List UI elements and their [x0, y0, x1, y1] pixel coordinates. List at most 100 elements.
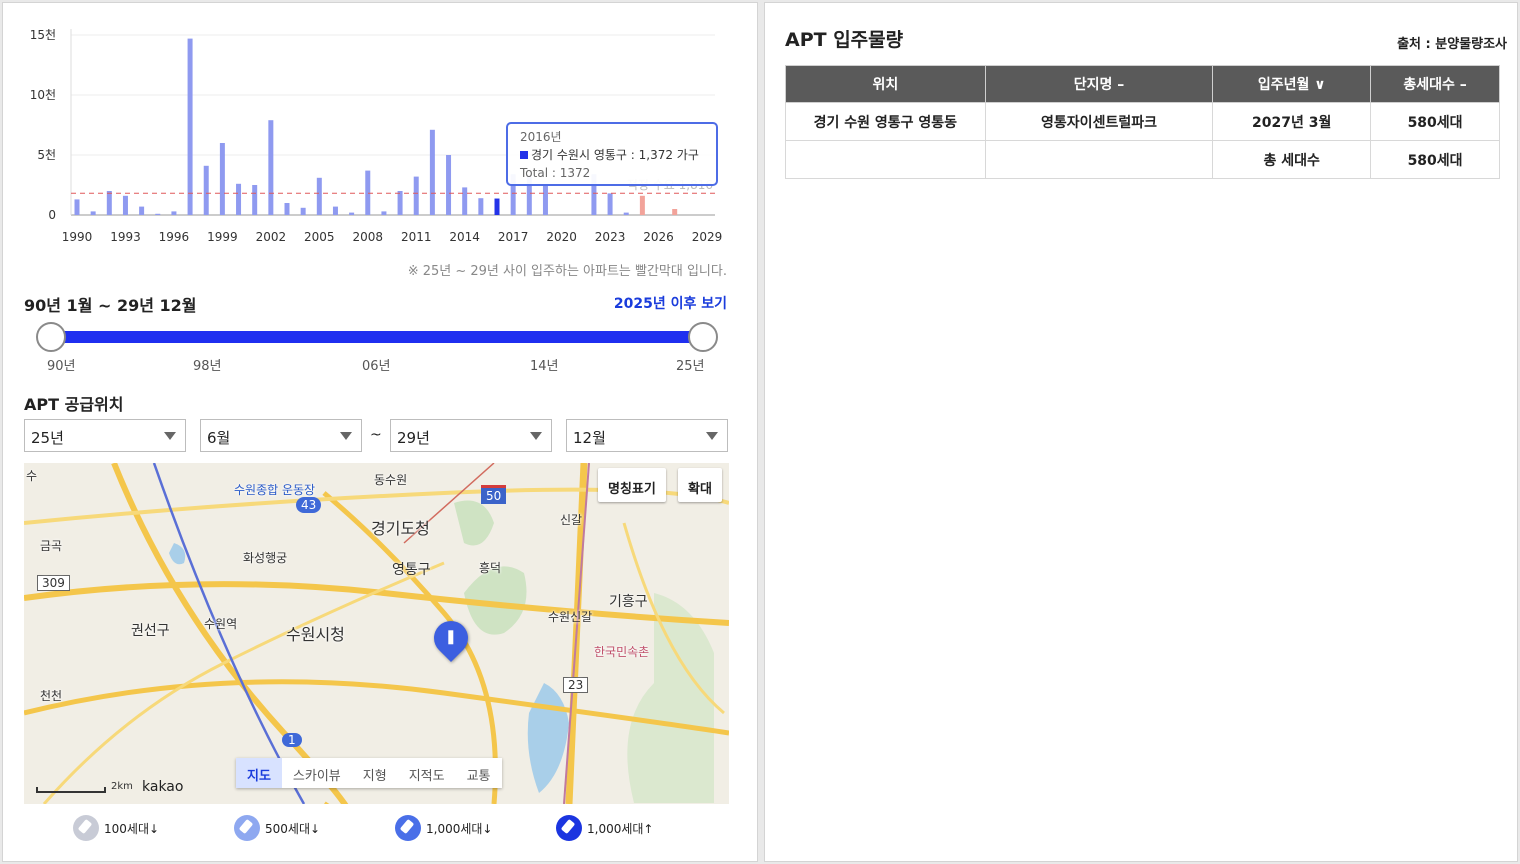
tooltip-series: 경기 수원시 영통구 : 1,372 가구 — [520, 146, 704, 164]
map-type-terrain[interactable]: 지형 — [352, 758, 398, 788]
bar-2012[interactable] — [429, 129, 435, 215]
from-year-select[interactable]: 25년 — [24, 419, 186, 452]
bar-2010[interactable] — [397, 191, 403, 215]
range-label: 14년 — [530, 359, 559, 374]
from-month-select[interactable]: 6월 — [200, 419, 362, 452]
chevron-down-icon — [530, 432, 542, 440]
bar-1992[interactable] — [106, 191, 112, 215]
column-header-move-in[interactable]: 입주년월 ∨ — [1212, 65, 1372, 103]
legend-item: 500세대↓ — [234, 815, 320, 841]
x-tick-label: 2029 — [692, 230, 723, 244]
map-label-suwon-station: 수원역 — [204, 617, 238, 631]
bar-2009[interactable] — [381, 211, 387, 215]
series-swatch — [520, 151, 528, 159]
map-type-map[interactable]: 지도 — [236, 758, 282, 788]
bar-2002[interactable] — [268, 120, 274, 215]
range-separator: ~ — [370, 427, 382, 443]
x-tick-label: 2002 — [256, 230, 287, 244]
bar-2013[interactable] — [446, 155, 452, 215]
range-slider-end-handle[interactable] — [688, 322, 718, 352]
map-label-hwaseong: 화성행궁 — [243, 551, 288, 565]
range-slider-start-handle[interactable] — [36, 322, 66, 352]
bar-1997[interactable] — [187, 38, 193, 215]
hammer-icon — [73, 815, 99, 841]
chart-tooltip: 2016년 경기 수원시 영통구 : 1,372 가구 Total : 1372 — [506, 122, 718, 186]
bar-2025[interactable] — [639, 195, 645, 215]
bar-1991[interactable] — [90, 211, 96, 215]
cell-empty — [984, 140, 1214, 179]
y-axis-ticks: 0 5천 10천 15천 — [30, 27, 56, 222]
bar-1990[interactable] — [74, 199, 80, 215]
map-label-giheung: 기흥구 — [609, 594, 648, 610]
chart-note: ※ 25년 ~ 29년 사이 입주하는 아파트는 빨간막대 입니다. — [407, 264, 727, 279]
bar-2014[interactable] — [462, 187, 468, 215]
bar-1994[interactable] — [139, 206, 145, 215]
bar-1993[interactable] — [122, 195, 128, 215]
y-tick-label: 5천 — [37, 147, 56, 162]
bar-2001[interactable] — [252, 185, 258, 215]
kakao-logo: kakao — [142, 779, 184, 795]
map-label-geumgok: 금곡 — [40, 539, 63, 553]
table-row[interactable]: 경기 수원 영통구 영통동 영통자이센트럴파크 2027년 3월 580세대 — [785, 102, 1500, 141]
after-2025-link[interactable]: 2025년 이후 보기 — [614, 293, 727, 313]
map-type-skyview[interactable]: 스카이뷰 — [282, 758, 352, 788]
route-shield-309: 309 — [37, 575, 70, 591]
map-type-switcher: 지도 스카이뷰 지형 지적도 교통 — [236, 758, 502, 788]
y-tick-label: 10천 — [30, 87, 56, 102]
column-header-complex[interactable]: 단지명 – — [984, 65, 1214, 103]
legend-label: 100세대↓ — [104, 821, 160, 836]
bar-2019[interactable] — [542, 183, 548, 215]
map-type-traffic[interactable]: 교통 — [456, 758, 502, 788]
tooltip-series-text: 경기 수원시 영통구 : 1,372 가구 — [531, 148, 699, 162]
bar-2004[interactable] — [300, 207, 306, 215]
bar-1998[interactable] — [203, 165, 209, 215]
name-toggle-button[interactable]: 명칭표기 — [598, 468, 666, 502]
x-tick-label: 2008 — [352, 230, 383, 244]
x-tick-label: 2026 — [643, 230, 674, 244]
zoom-button[interactable]: 확대 — [678, 468, 722, 502]
x-tick-label: 1993 — [110, 230, 141, 244]
bar-2015[interactable] — [478, 198, 484, 215]
tooltip-total: Total : 1372 — [520, 166, 591, 180]
bar-2027[interactable] — [672, 209, 678, 215]
to-year-select[interactable]: 29년 — [390, 419, 552, 452]
supply-chart-panel: 적정 수요 1,816 05천10천15천 199019931996199920… — [2, 2, 758, 862]
legend-label: 1,000세대↑ — [587, 821, 654, 836]
map-type-cadastral[interactable]: 지적도 — [398, 758, 456, 788]
supply-table-panel: APT 입주물량 출처 : 분양물량조사 위치 단지명 – 입주년월 ∨ 총세대… — [764, 2, 1518, 862]
bar-2011[interactable] — [413, 176, 419, 215]
map-label-yeongtong: 영통구 — [392, 562, 431, 578]
bar-2000[interactable] — [236, 183, 242, 215]
bar-2007[interactable] — [349, 212, 355, 215]
supply-location-title: APT 공급위치 — [24, 395, 124, 414]
bar-2005[interactable] — [316, 177, 322, 215]
map-view[interactable]: 수원종합 운동장 동수원 경기도청 신갈 금곡 화성행궁 영통구 흥덕 기흥구 … — [24, 463, 729, 804]
cell-move-in: 2027년 3월 — [1212, 102, 1372, 141]
range-label: 90년 — [47, 359, 76, 374]
bar-1995[interactable] — [155, 213, 161, 215]
map-label-cheoncheon: 천천 — [40, 689, 63, 703]
map-label-dongsuwon: 동수원 — [374, 473, 408, 487]
range-title: 90년 1월 ~ 29년 12월 — [24, 296, 197, 315]
bar-2024[interactable] — [623, 212, 629, 215]
tooltip-year: 2016년 — [520, 130, 562, 144]
to-month-select[interactable]: 12월 — [566, 419, 728, 452]
column-header-units[interactable]: 총세대수 – — [1370, 65, 1500, 103]
range-label: 98년 — [193, 359, 222, 374]
map-label-gwonseon: 권선구 — [131, 623, 170, 639]
bar-2006[interactable] — [332, 206, 338, 215]
bar-2023[interactable] — [607, 193, 613, 215]
range-label: 25년 — [676, 359, 705, 374]
chevron-down-icon — [706, 432, 718, 440]
from-month-value: 6월 — [207, 429, 231, 447]
hammer-icon — [234, 815, 260, 841]
map-label-singal: 신갈 — [560, 513, 583, 527]
range-slider-track[interactable] — [50, 331, 704, 343]
hammer-icon — [395, 815, 421, 841]
bar-1999[interactable] — [219, 143, 225, 215]
cell-units: 580세대 — [1370, 102, 1500, 141]
bar-2003[interactable] — [284, 203, 290, 215]
bar-1996[interactable] — [171, 211, 177, 215]
bar-2016[interactable] — [494, 198, 500, 215]
legend-item: 100세대↓ — [73, 815, 159, 841]
